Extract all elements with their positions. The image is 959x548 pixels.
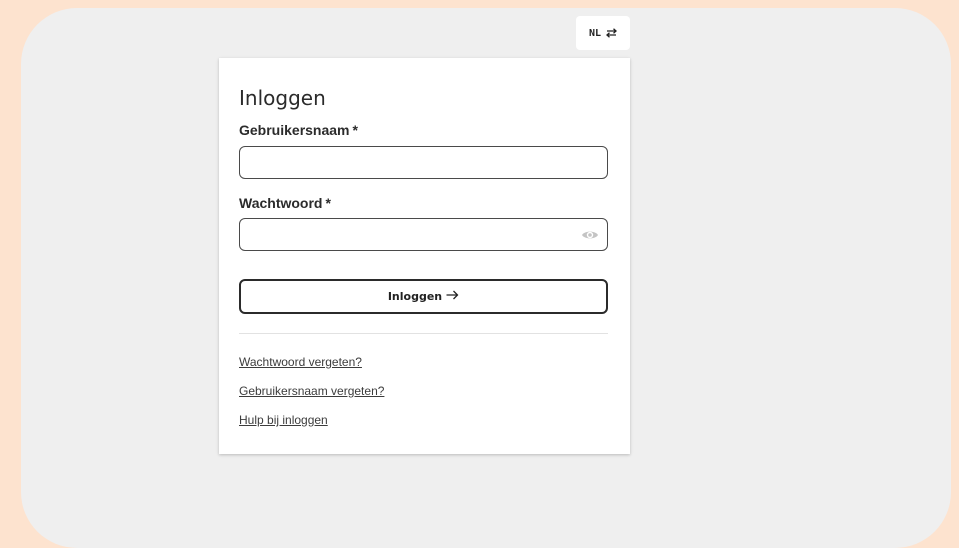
forgot-password-link[interactable]: Wachtwoord vergeten? [239,355,362,369]
password-input[interactable] [240,219,607,250]
password-label: Wachtwoord * [239,195,331,211]
password-field[interactable] [239,218,608,251]
language-switch-button[interactable]: NL [576,16,630,50]
login-button-label: Inloggen [387,290,443,303]
login-help-link[interactable]: Hulp bij inloggen [239,413,328,427]
password-label-text: Wachtwoord [239,195,323,211]
required-marker: * [325,195,331,211]
username-label-text: Gebruikersnaam [239,122,350,138]
username-input[interactable] [240,147,607,178]
language-code: NL [588,27,602,39]
username-field[interactable] [239,146,608,179]
username-label: Gebruikersnaam * [239,122,358,138]
login-button[interactable]: Inloggen [239,279,608,314]
arrow-right-icon [446,290,459,303]
login-card: Inloggen Gebruikersnaam * Wachtwoord * Inl… [219,58,630,454]
required-marker: * [352,122,358,138]
forgot-username-link[interactable]: Gebruikersnaam vergeten? [239,384,384,398]
page-title: Inloggen [239,86,326,110]
swap-arrows-icon [606,28,617,38]
divider [239,333,608,334]
eye-icon[interactable] [580,226,600,244]
